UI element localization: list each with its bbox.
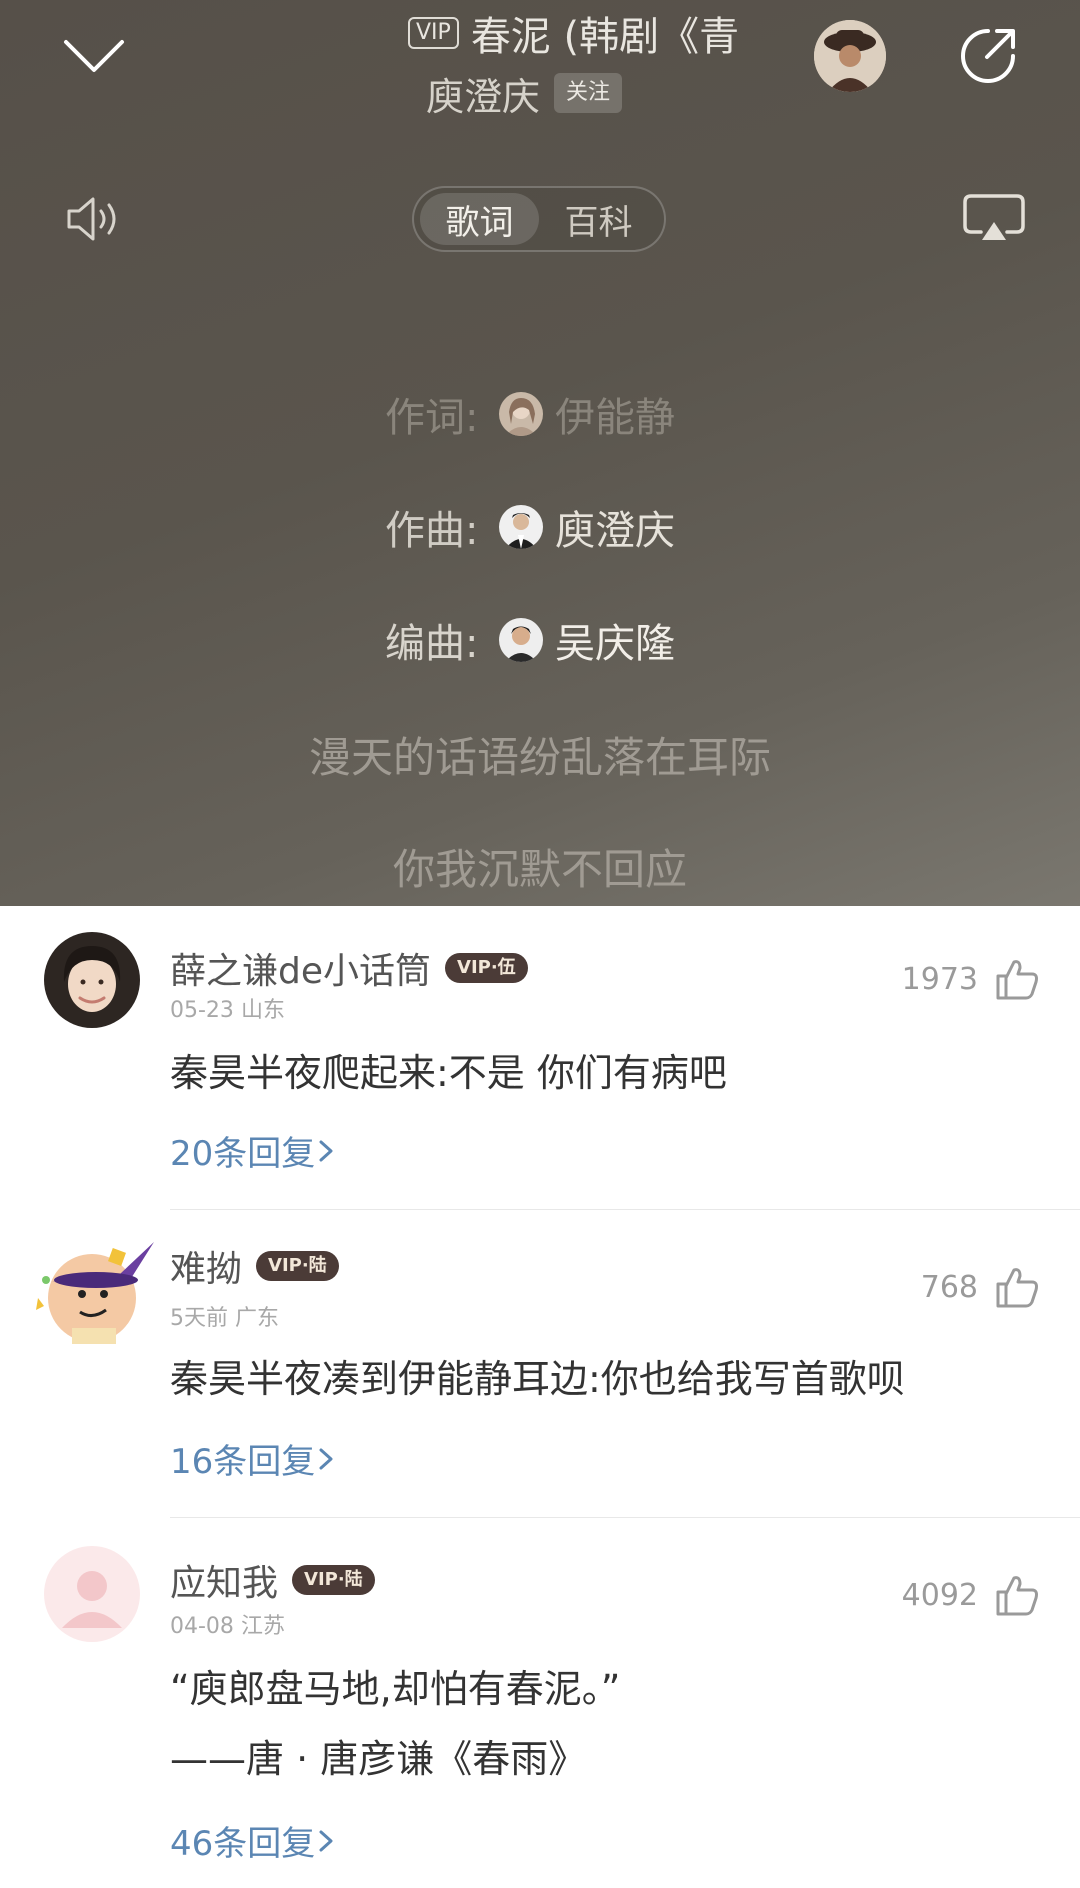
tab-switch: 歌词 百科 bbox=[412, 186, 666, 252]
vip-tag: VIP bbox=[408, 17, 459, 49]
like-count: 1973 bbox=[901, 961, 978, 997]
song-title-text: 春泥 (韩剧《青 bbox=[470, 14, 740, 60]
avatar[interactable] bbox=[499, 618, 543, 662]
lyric-line: 漫天的话语纷乱落在耳际 bbox=[308, 733, 771, 782]
comment-location: 山东 bbox=[240, 998, 285, 1023]
thumbs-up-icon bbox=[996, 1268, 1038, 1308]
username-text: 薛之谦de小话筒 bbox=[170, 951, 432, 992]
credit-label: 作词: bbox=[385, 395, 479, 441]
song-title[interactable]: VIP 春泥 (韩剧《青 bbox=[408, 4, 752, 62]
share-icon[interactable] bbox=[952, 20, 1024, 92]
credit-name[interactable]: 吴庆隆 bbox=[555, 611, 695, 669]
replies-link[interactable]: 46条回复 bbox=[170, 1816, 337, 1865]
player-panel: VIP 春泥 (韩剧《青 庾澄庆 关注 歌词 百科 作词: 伊能静 作曲: 庾澄… bbox=[0, 0, 1080, 906]
comment-text: ——唐 · 唐彦谦《春雨》 bbox=[170, 1737, 587, 1781]
thumbs-up-icon bbox=[996, 960, 1038, 1000]
comment-date: 5天前 bbox=[170, 1306, 228, 1331]
replies-link[interactable]: 16条回复 bbox=[170, 1434, 337, 1483]
vip-badge[interactable]: VIP·陆 bbox=[256, 1251, 339, 1281]
avatar[interactable] bbox=[499, 505, 543, 549]
like-button[interactable]: 1973 bbox=[902, 956, 1040, 1002]
comment-date: 05-23 bbox=[170, 998, 234, 1023]
credit-name[interactable]: 庾澄庆 bbox=[555, 498, 695, 556]
cast-icon[interactable] bbox=[958, 186, 1030, 252]
comment-date: 04-08 bbox=[170, 1614, 234, 1639]
collapse-chevron-icon[interactable] bbox=[58, 20, 130, 92]
comment-text: 秦昊半夜凑到伊能静耳边:你也给我写首歌呗 bbox=[170, 1357, 905, 1401]
chevron-right-icon bbox=[319, 1830, 333, 1851]
comment-location: 江苏 bbox=[240, 1614, 285, 1639]
comment-text: 秦昊半夜爬起来:不是 你们有病吧 bbox=[170, 1051, 727, 1095]
comment-meta: 5天前 广东 bbox=[170, 1300, 279, 1332]
credit-label: 编曲: bbox=[385, 621, 479, 667]
comment-text: “庾郎盘马地,却怕有春泥。” bbox=[170, 1667, 621, 1711]
comment-username[interactable]: 应知我 VIP·陆 bbox=[170, 1554, 375, 1606]
credit-label: 作曲: bbox=[385, 508, 479, 554]
thumbs-up-icon bbox=[996, 1576, 1038, 1616]
comment-item: 薛之谦de小话筒 VIP·伍 05-23 山东 1973 秦昊半夜爬起来:不是 … bbox=[0, 906, 1080, 1214]
replies-count: 46条回复 bbox=[170, 1824, 316, 1864]
username-text: 应知我 bbox=[170, 1563, 279, 1604]
avatar[interactable] bbox=[499, 392, 543, 436]
vip-badge[interactable]: VIP·陆 bbox=[292, 1565, 375, 1595]
chevron-right-icon bbox=[319, 1140, 333, 1161]
volume-icon[interactable] bbox=[62, 186, 128, 252]
avatar[interactable] bbox=[26, 1236, 158, 1344]
divider bbox=[170, 1517, 1080, 1518]
username-text: 难拗 bbox=[170, 1249, 243, 1290]
divider bbox=[170, 1209, 1080, 1210]
comment-location: 广东 bbox=[235, 1306, 280, 1331]
like-button[interactable]: 4092 bbox=[902, 1572, 1040, 1618]
comment-item: 难拗 VIP·陆 5天前 广东 768 秦昊半夜凑到伊能静耳边:你也给我写首歌呗… bbox=[0, 1214, 1080, 1522]
credit-lyricist: 作词: 伊能静 bbox=[0, 384, 1080, 444]
credit-arranger: 编曲: 吴庆隆 bbox=[0, 610, 1080, 670]
like-count: 4092 bbox=[901, 1577, 978, 1613]
avatar[interactable] bbox=[44, 932, 140, 1028]
artist-row: 庾澄庆 关注 bbox=[426, 66, 623, 121]
avatar[interactable] bbox=[814, 20, 886, 92]
comment-meta: 05-23 山东 bbox=[170, 992, 285, 1024]
like-count: 768 bbox=[920, 1269, 978, 1305]
avatar[interactable] bbox=[44, 1546, 140, 1642]
like-button[interactable]: 768 bbox=[921, 1264, 1040, 1310]
chevron-right-icon bbox=[319, 1448, 333, 1469]
comment-item: 应知我 VIP·陆 04-08 江苏 4092 “庾郎盘马地,却怕有春泥。” —… bbox=[0, 1522, 1080, 1888]
tab-wiki[interactable]: 百科 bbox=[539, 193, 658, 245]
credit-name[interactable]: 伊能静 bbox=[555, 385, 695, 443]
vip-badge[interactable]: VIP·伍 bbox=[445, 953, 528, 983]
replies-link[interactable]: 20条回复 bbox=[170, 1126, 337, 1175]
comment-username[interactable]: 难拗 VIP·陆 bbox=[170, 1240, 339, 1292]
tab-lyrics[interactable]: 歌词 bbox=[420, 193, 539, 245]
artist-name[interactable]: 庾澄庆 bbox=[426, 66, 540, 121]
credit-composer: 作曲: 庾澄庆 bbox=[0, 497, 1080, 557]
replies-count: 20条回复 bbox=[170, 1134, 316, 1174]
replies-count: 16条回复 bbox=[170, 1442, 316, 1482]
follow-button[interactable]: 关注 bbox=[554, 73, 623, 113]
lyric-line: 你我沉默不回应 bbox=[392, 845, 687, 894]
comment-username[interactable]: 薛之谦de小话筒 VIP·伍 bbox=[170, 942, 528, 994]
comment-meta: 04-08 江苏 bbox=[170, 1608, 285, 1640]
